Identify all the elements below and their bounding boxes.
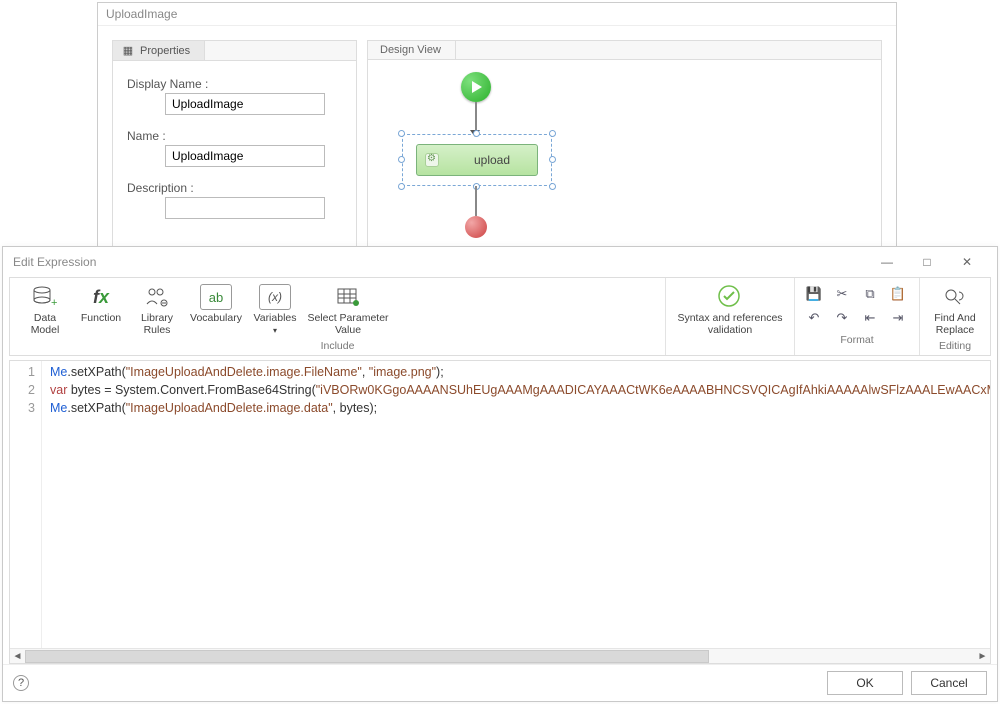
close-button[interactable]: ✕ [947,251,987,273]
indent-icon[interactable]: ⇥ [887,308,909,328]
designer-window: UploadImage ▦ Properties Display Name : … [97,2,897,247]
design-view-panel: Design View [367,40,882,251]
ribbon-toolbar: + DataModel fx Function LibraryRules ab [9,277,991,356]
ribbon-group-label [674,340,786,352]
design-view-tab[interactable]: Design View [368,41,456,59]
resize-handle[interactable] [398,130,405,137]
code-lines[interactable]: Me.setXPath("ImageUploadAndDelete.image.… [42,361,990,648]
copy-icon[interactable]: ⧉ [859,284,881,304]
design-canvas[interactable]: upload [368,60,881,250]
fx-icon: fx [85,284,117,310]
resize-handle[interactable] [398,156,405,163]
code-editor[interactable]: 123 Me.setXPath("ImageUploadAndDelete.im… [9,360,991,664]
properties-panel: ▦ Properties Display Name : Name : Descr… [112,40,357,251]
description-input[interactable] [165,197,325,219]
cut-icon[interactable]: ✂ [831,284,853,304]
resize-handle[interactable] [549,183,556,190]
library-rules-button[interactable]: LibraryRules [130,282,184,338]
redo-icon[interactable]: ↷ [831,308,853,328]
display-name-label: Display Name : [127,77,342,91]
svg-text:+: + [51,297,57,308]
upload-node[interactable]: upload [416,144,538,176]
data-model-button[interactable]: + DataModel [18,282,72,338]
dialog-title: Edit Expression [13,255,867,269]
minimize-button[interactable]: — [867,251,907,273]
name-label: Name : [127,129,342,143]
dialog-title-bar[interactable]: Edit Expression — □ ✕ [3,247,997,275]
find-replace-button[interactable]: Find AndReplace [928,282,982,338]
format-buttons: 💾 ✂ ⧉ 📋 ↶ ↷ ⇤ ⇥ [803,282,911,332]
scroll-right-icon[interactable]: ► [975,651,990,662]
properties-tab[interactable]: ▦ Properties [113,41,205,60]
scroll-left-icon[interactable]: ◄ [10,651,25,662]
horizontal-scrollbar[interactable]: ◄ ► [10,648,990,663]
window-title: UploadImage [98,3,896,26]
resize-handle[interactable] [398,183,405,190]
grid-icon [332,284,364,310]
users-icon [141,284,173,310]
properties-icon: ▦ [121,44,135,57]
ribbon-group-label: Format [803,334,911,346]
ribbon-group-label: Include [18,340,657,352]
upload-node-label: upload [447,153,537,167]
paste-icon[interactable]: 📋 [887,284,909,304]
properties-tab-label: Properties [140,45,190,57]
database-icon: + [29,284,61,310]
display-name-input[interactable] [165,93,325,115]
variables-button[interactable]: (x) Variables▾ [248,282,302,338]
vocabulary-button[interactable]: ab Vocabulary [186,282,246,326]
line-gutter: 123 [10,361,42,648]
dialog-footer: ? OK Cancel [3,664,997,701]
name-input[interactable] [165,145,325,167]
end-node[interactable] [465,216,487,238]
find-replace-icon [939,284,971,310]
resize-handle[interactable] [549,130,556,137]
abc-icon: ab [200,284,232,310]
undo-icon[interactable]: ↶ [803,308,825,328]
upload-node-selection[interactable]: upload [402,134,552,186]
scrollbar-thumb[interactable] [25,650,709,663]
dropdown-icon: ▾ [273,326,277,335]
edit-expression-dialog: Edit Expression — □ ✕ + DataModel fx Fun… [2,246,998,702]
variable-x-icon: (x) [259,284,291,310]
gear-icon [425,153,439,167]
resize-handle[interactable] [473,130,480,137]
start-node[interactable] [461,72,491,102]
ribbon-group-label: Editing [928,340,982,352]
check-circle-icon [714,284,746,310]
ok-button[interactable]: OK [827,671,903,695]
resize-handle[interactable] [549,156,556,163]
connector [475,186,477,216]
maximize-button[interactable]: □ [907,251,947,273]
outdent-icon[interactable]: ⇤ [859,308,881,328]
function-button[interactable]: fx Function [74,282,128,326]
syntax-validation-button[interactable]: Syntax and referencesvalidation [674,282,786,338]
play-icon [472,81,482,93]
description-label: Description : [127,181,342,195]
help-button[interactable]: ? [13,675,29,691]
design-view-tab-label: Design View [380,44,441,56]
save-icon[interactable]: 💾 [803,284,825,304]
cancel-button[interactable]: Cancel [911,671,987,695]
select-parameter-button[interactable]: Select ParameterValue [304,282,392,338]
